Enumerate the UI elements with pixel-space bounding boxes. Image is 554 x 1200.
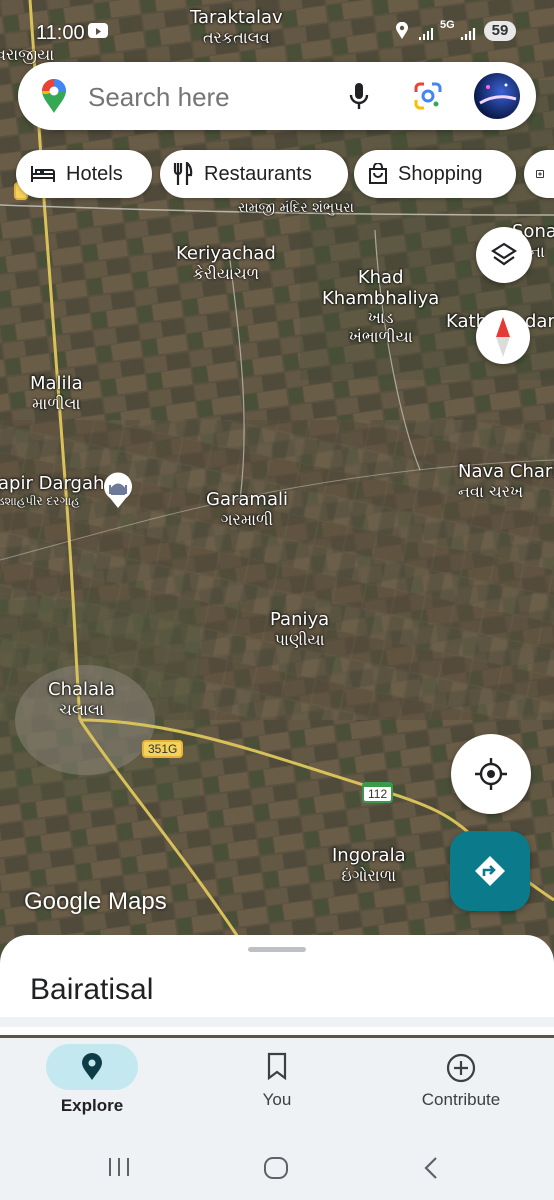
sheet-divider xyxy=(0,1017,554,1027)
search-bar[interactable] xyxy=(18,62,536,130)
chip-hotels[interactable]: Hotels xyxy=(16,150,152,198)
road-shield-351g: 351G xyxy=(142,740,184,758)
directions-button[interactable] xyxy=(450,831,530,911)
nav-contribute[interactable]: Contribute xyxy=(369,1038,553,1110)
nav-you[interactable]: You xyxy=(185,1038,369,1110)
nav-label: Explore xyxy=(60,1096,124,1115)
map-label-paniya[interactable]: Paniya પાણીયા xyxy=(270,609,329,649)
system-back-button[interactable] xyxy=(422,1156,440,1185)
place-title: Bairatisal xyxy=(30,973,154,1006)
map-label-ingorala[interactable]: Ingorala ઇંગોરાળા xyxy=(332,845,406,885)
add-box-icon xyxy=(536,170,544,178)
map-label-garamali[interactable]: Garamali ગરમાળી xyxy=(206,489,288,529)
bed-icon xyxy=(31,166,55,182)
directions-icon xyxy=(475,856,505,886)
location-status-icon xyxy=(395,21,409,45)
system-recents-button[interactable] xyxy=(106,1156,132,1183)
bookmark-icon xyxy=(267,1052,287,1080)
cell-signal-icon xyxy=(460,24,478,45)
google-lens-icon[interactable] xyxy=(414,82,442,115)
location-pin-icon xyxy=(82,1053,102,1080)
chip-restaurants[interactable]: Restaurants xyxy=(160,150,348,198)
5g-icon: 5G xyxy=(440,19,455,31)
nav-active-indicator xyxy=(46,1044,138,1090)
battery-indicator: 59 xyxy=(484,21,516,41)
dargah-place-pin[interactable] xyxy=(102,472,134,508)
chip-label: Restaurants xyxy=(204,162,312,185)
home-icon xyxy=(264,1157,288,1179)
map-label-temple[interactable]: રામજી મંદિર શંભુપરા xyxy=(238,200,354,216)
status-time: 11:00 xyxy=(36,22,85,44)
nav-label: Contribute xyxy=(421,1090,501,1109)
compass-button[interactable] xyxy=(476,310,530,364)
mosque-icon xyxy=(104,472,132,508)
google-maps-watermark: Google Maps xyxy=(24,888,167,915)
microphone-icon[interactable] xyxy=(348,82,370,117)
shopping-bag-icon xyxy=(369,163,387,184)
map-label-chalala[interactable]: Chalala ચલાલા xyxy=(48,679,115,719)
nav-label: You xyxy=(262,1090,292,1109)
map-label-dargah[interactable]: apir Dargah ડશાહપીર દરગાહ xyxy=(0,473,104,508)
map-label-kath-suffix[interactable]: dar xyxy=(525,311,554,333)
back-chevron-icon xyxy=(424,1157,437,1179)
map-label-malila[interactable]: Malila માળીલા xyxy=(30,373,83,413)
road-shield-112: 112 xyxy=(362,782,394,803)
nav-explore[interactable]: Explore xyxy=(0,1038,184,1116)
fork-knife-icon xyxy=(173,162,193,185)
crosshair-icon xyxy=(475,758,507,790)
sheet-drag-handle[interactable] xyxy=(248,947,306,952)
chip-shopping[interactable]: Shopping xyxy=(354,150,516,198)
compass-icon xyxy=(496,317,510,357)
bottom-sheet[interactable]: Bairatisal xyxy=(0,935,554,1035)
google-maps-logo-icon xyxy=(40,78,68,119)
recents-icon xyxy=(109,1158,129,1176)
status-bar: 11:00 5G 59 xyxy=(0,16,554,48)
account-avatar[interactable] xyxy=(474,73,520,119)
search-input[interactable] xyxy=(86,76,330,118)
chip-label: Shopping xyxy=(398,162,483,185)
bottom-navigation: Explore You Contribute xyxy=(0,1038,554,1200)
wifi-signal-icon xyxy=(418,24,434,45)
layers-button[interactable] xyxy=(476,227,532,283)
youtube-icon xyxy=(88,23,108,38)
map-label-keriyachad[interactable]: Keriyachad કેરીયાચળ xyxy=(176,243,276,283)
chip-label: Hotels xyxy=(66,162,123,185)
map-label-nava-charkha[interactable]: Nava Chark નવા ચરખ xyxy=(458,461,554,501)
map-label-khad-khambhaliya[interactable]: Khad Khambhaliya ખાડ ખંભાળીયા xyxy=(322,267,439,346)
add-circle-icon xyxy=(446,1053,476,1083)
layers-icon xyxy=(490,242,518,266)
my-location-button[interactable] xyxy=(451,734,531,814)
system-home-button[interactable] xyxy=(263,1156,289,1185)
